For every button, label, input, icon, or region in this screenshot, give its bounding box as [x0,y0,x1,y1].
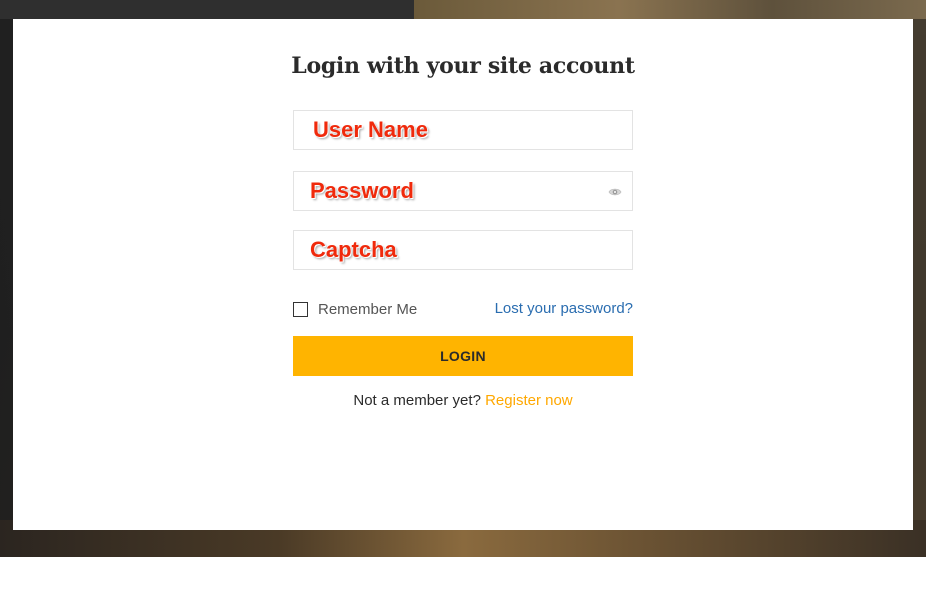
lost-password-link[interactable]: Lost your password? [495,300,633,317]
captcha-input[interactable] [294,231,632,269]
login-modal: Login with your site account User Name P… [13,19,913,530]
background-strip-left [0,0,414,19]
modal-title: Login with your site account [291,53,635,79]
register-prompt: Not a member yet? Register now [13,392,913,409]
register-link[interactable]: Register now [485,392,573,409]
remember-me-label[interactable]: Remember Me [318,301,417,318]
captcha-field[interactable]: Captcha [293,230,633,270]
password-input[interactable] [294,172,632,210]
password-field[interactable]: Password [293,171,633,211]
eye-icon[interactable] [608,185,622,197]
remember-me-row[interactable]: Remember Me [293,300,417,318]
remember-me-checkbox[interactable] [293,301,308,317]
username-field[interactable]: User Name [293,110,633,150]
not-member-text: Not a member yet? [353,392,481,409]
login-button[interactable]: LOGIN [293,336,633,376]
username-input[interactable] [294,111,632,149]
background-strip-right [414,0,926,19]
